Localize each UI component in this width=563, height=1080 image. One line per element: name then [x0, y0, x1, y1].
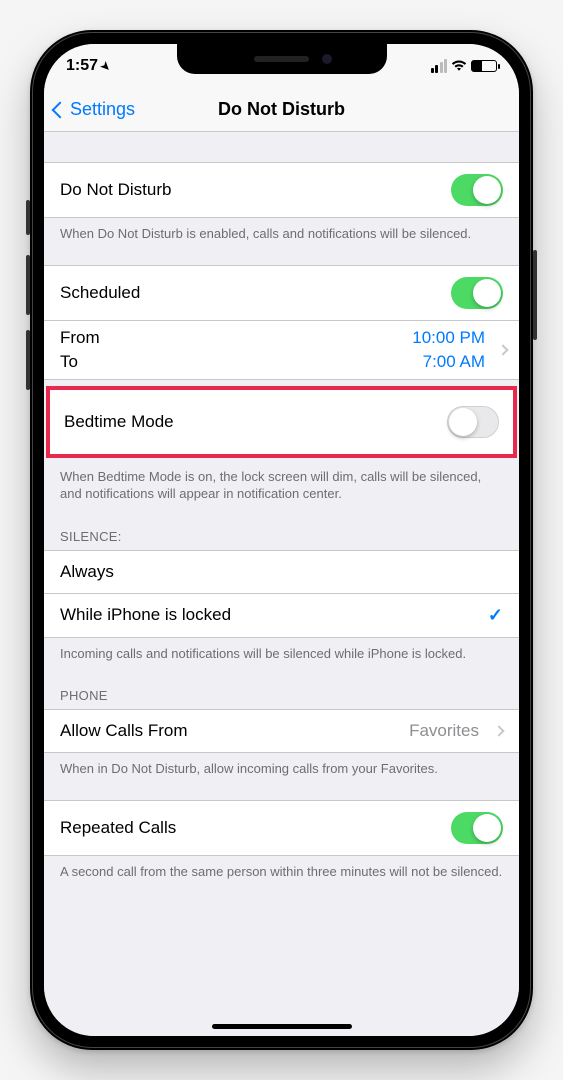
allow-calls-footer: When in Do Not Disturb, allow incoming c… [44, 753, 519, 786]
content-scroll[interactable]: Do Not Disturb When Do Not Disturb is en… [44, 132, 519, 1036]
allow-calls-label: Allow Calls From [60, 721, 409, 741]
dnd-toggle[interactable] [451, 174, 503, 206]
scheduled-toggle[interactable] [451, 277, 503, 309]
allow-calls-value: Favorites [409, 721, 479, 741]
chevron-left-icon [52, 101, 69, 118]
dnd-label: Do Not Disturb [60, 180, 451, 200]
to-label: To [60, 352, 423, 372]
back-label: Settings [70, 99, 135, 120]
repeated-calls-row[interactable]: Repeated Calls [44, 800, 519, 856]
dnd-footer: When Do Not Disturb is enabled, calls an… [44, 218, 519, 251]
back-button[interactable]: Settings [54, 99, 135, 120]
silence-locked-label: While iPhone is locked [60, 605, 488, 625]
silence-footer: Incoming calls and notifications will be… [44, 638, 519, 671]
navigation-bar: Settings Do Not Disturb [44, 88, 519, 132]
front-camera [322, 54, 332, 64]
cellular-signal-icon [431, 59, 448, 73]
from-value: 10:00 PM [412, 328, 485, 348]
status-time: 1:57 [66, 57, 98, 75]
phone-header: PHONE [44, 670, 519, 709]
to-value: 7:00 AM [423, 352, 485, 372]
bedtime-label: Bedtime Mode [64, 412, 447, 432]
scheduled-time-row[interactable]: From 10:00 PM To 7:00 AM [44, 321, 519, 380]
bedtime-row[interactable]: Bedtime Mode [50, 390, 513, 454]
volume-down-button[interactable] [26, 330, 30, 390]
battery-icon [471, 60, 497, 72]
speaker-grille [254, 56, 309, 62]
volume-up-button[interactable] [26, 255, 30, 315]
repeated-calls-toggle[interactable] [451, 812, 503, 844]
dnd-row[interactable]: Do Not Disturb [44, 162, 519, 218]
bedtime-footer: When Bedtime Mode is on, the lock screen… [44, 461, 519, 511]
chevron-right-icon [493, 726, 504, 737]
silence-locked-row[interactable]: While iPhone is locked ✓ [44, 594, 519, 638]
repeated-calls-footer: A second call from the same person withi… [44, 856, 519, 889]
from-label: From [60, 328, 412, 348]
scheduled-row[interactable]: Scheduled [44, 265, 519, 321]
device-frame: 1:57 ➤ Settings Do Not Disturb [30, 30, 533, 1050]
notch [177, 44, 387, 74]
highlight-bedtime: Bedtime Mode [46, 386, 517, 458]
scheduled-label: Scheduled [60, 283, 451, 303]
repeated-calls-label: Repeated Calls [60, 818, 451, 838]
silence-always-row[interactable]: Always [44, 550, 519, 594]
mute-switch[interactable] [26, 200, 30, 235]
wifi-icon [451, 60, 467, 72]
silence-always-label: Always [60, 562, 503, 582]
allow-calls-row[interactable]: Allow Calls From Favorites [44, 709, 519, 753]
bedtime-toggle[interactable] [447, 406, 499, 438]
power-button[interactable] [533, 250, 537, 340]
checkmark-icon: ✓ [488, 605, 503, 626]
silence-header: SILENCE: [44, 511, 519, 550]
screen: 1:57 ➤ Settings Do Not Disturb [44, 44, 519, 1036]
location-icon: ➤ [98, 58, 114, 74]
home-indicator[interactable] [212, 1024, 352, 1029]
